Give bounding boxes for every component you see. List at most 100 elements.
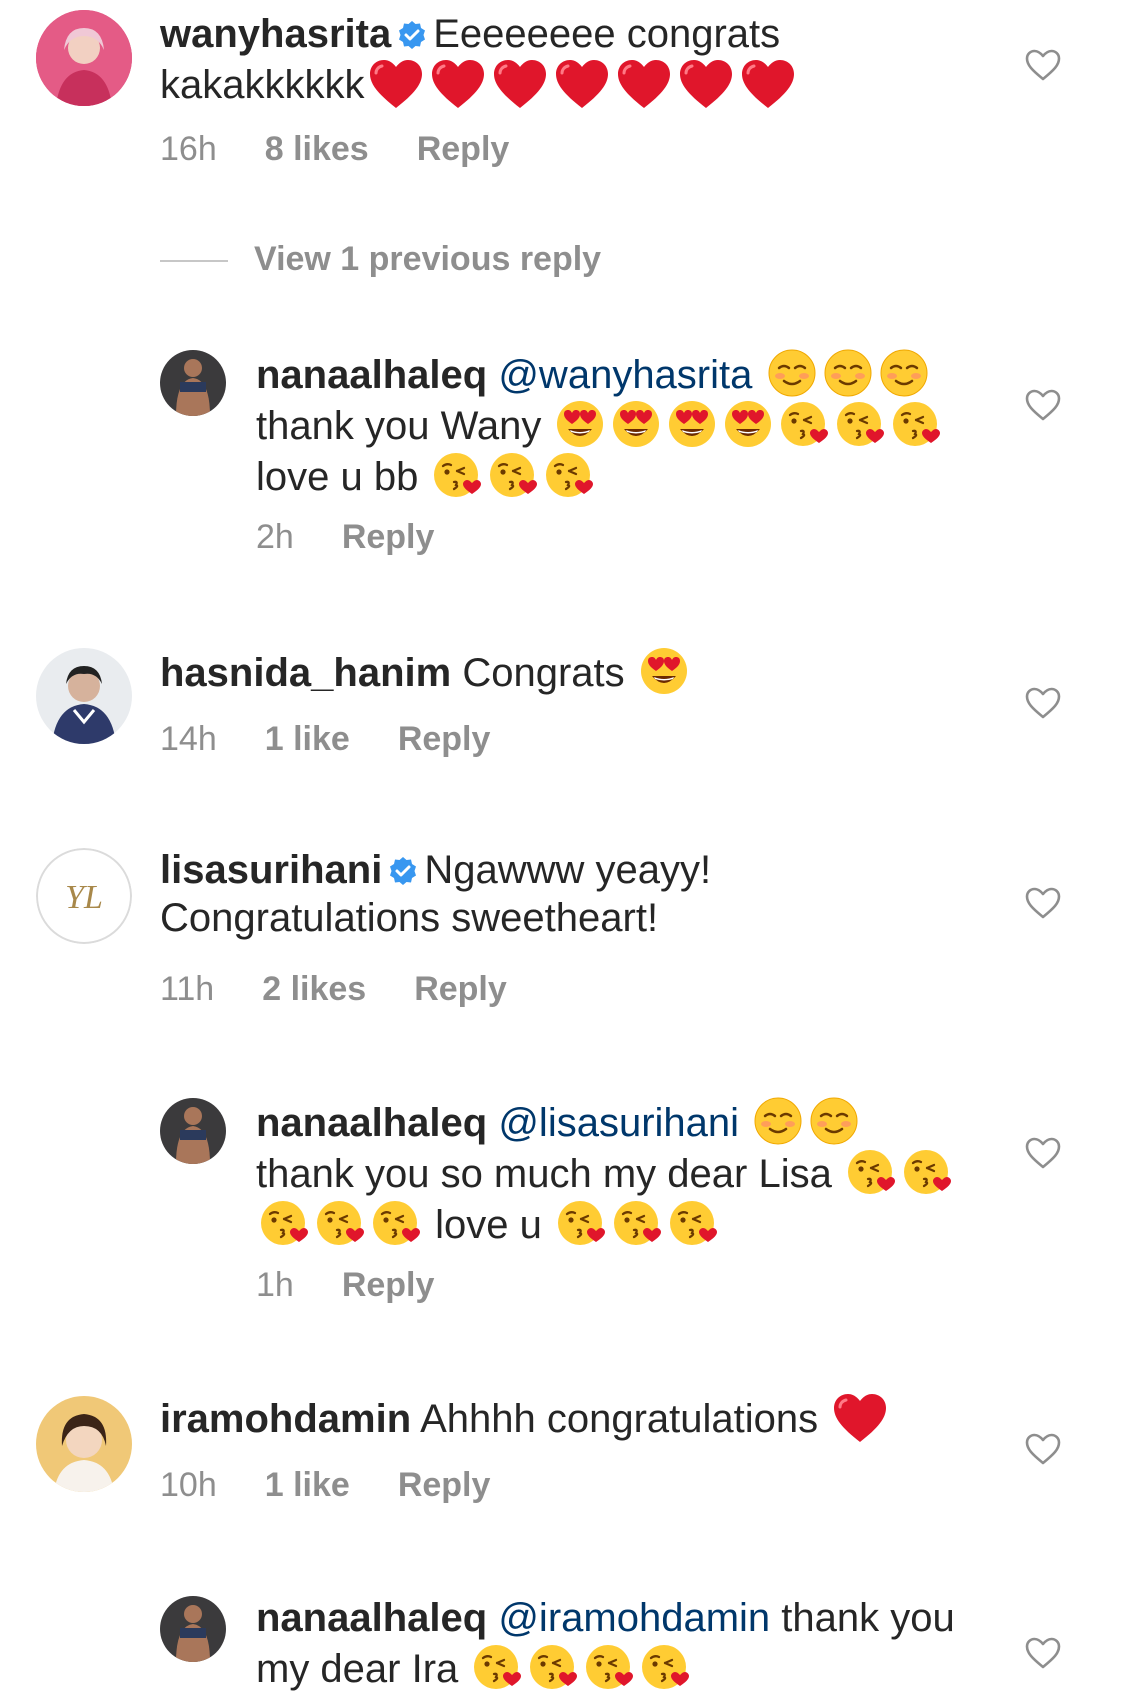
avatar[interactable] (160, 1596, 226, 1662)
kiss-emoji-icon (668, 1198, 718, 1248)
kiss-emoji-icon (779, 399, 829, 449)
mention-link[interactable]: @wanyhasrita (498, 353, 752, 397)
smiling-face-emoji-icon (753, 1096, 803, 1146)
username[interactable]: nanaalhaleq (256, 353, 487, 397)
verified-badge-icon (399, 21, 426, 49)
comment-meta: 16h 8 likes Reply (160, 130, 557, 169)
kiss-emoji-icon (891, 399, 941, 449)
kiss-emoji-icon (584, 1642, 634, 1692)
avatar[interactable] (36, 10, 132, 106)
divider (160, 260, 228, 263)
smiling-face-emoji-icon (809, 1096, 859, 1146)
comment-message: thank you so much my dear Lisa (256, 1152, 832, 1196)
heart-outline-icon[interactable] (1024, 1636, 1062, 1670)
avatar[interactable] (36, 648, 132, 744)
heart-outline-icon[interactable] (1024, 686, 1062, 720)
heart-eyes-emoji-icon (667, 399, 717, 449)
smiling-face-emoji-icon (767, 348, 817, 398)
reply-button[interactable]: Reply (398, 720, 491, 758)
username[interactable]: nanaalhaleq (256, 1101, 487, 1145)
comment-message-2: love u bb (256, 455, 419, 499)
comment-text: lisasurihani Ngawww yeayy! Congratulation… (160, 846, 955, 942)
comment-body: wanyhasrita Eeeeeeee congrats kakakkkkkk (160, 10, 955, 110)
username[interactable]: nanaalhaleq (256, 1596, 487, 1640)
kiss-emoji-icon (472, 1642, 522, 1692)
red-heart-emoji-icon (740, 58, 796, 110)
comment-meta: 10h 1 like Reply (160, 1466, 538, 1505)
username[interactable]: wanyhasrita (160, 12, 391, 56)
kiss-emoji-icon (259, 1198, 309, 1248)
kiss-emoji-icon (528, 1642, 578, 1692)
verified-badge-icon (390, 857, 417, 885)
avatar[interactable] (160, 1098, 226, 1164)
heart-outline-icon[interactable] (1024, 1136, 1062, 1170)
monogram: YL (65, 879, 103, 916)
avatar[interactable] (36, 1396, 132, 1492)
comment-body: hasnida_hanim Congrats (160, 646, 955, 697)
kiss-emoji-icon (612, 1198, 662, 1248)
mention-link[interactable]: @iramohdamin (498, 1596, 770, 1640)
heart-eyes-emoji-icon (611, 399, 661, 449)
username[interactable]: iramohdamin (160, 1397, 411, 1441)
kiss-emoji-icon (835, 399, 885, 449)
comment-time: 14h (160, 720, 217, 758)
heart-eyes-emoji-icon (639, 646, 689, 696)
comment-meta: 14h 1 like Reply (160, 720, 538, 759)
red-heart-emoji-icon (368, 58, 424, 110)
comment-meta: 11h 2 likes Reply (160, 970, 555, 1009)
comment-text: nanaalhaleq @lisasurihani thank you so m… (256, 1096, 955, 1249)
comment-time: 10h (160, 1466, 217, 1504)
comment-text: nanaalhaleq @iramohdamin thank you my de… (256, 1594, 955, 1693)
comment-text: iramohdamin Ahhhh congratulations (160, 1392, 955, 1444)
username[interactable]: lisasurihani (160, 848, 382, 892)
view-previous-replies-button[interactable]: View 1 previous reply (160, 240, 601, 284)
reply-button[interactable]: Reply (414, 970, 507, 1008)
smiling-face-emoji-icon (879, 348, 929, 398)
reply-button[interactable]: Reply (342, 518, 435, 556)
comment-body: lisasurihani Ngawww yeayy! Congratulation… (160, 846, 955, 942)
red-heart-emoji-icon (678, 58, 734, 110)
comment-meta: 2h Reply (256, 518, 482, 557)
reply-button[interactable]: Reply (417, 130, 510, 168)
username[interactable]: hasnida_hanim (160, 651, 451, 695)
likes-count[interactable]: 8 likes (265, 130, 369, 168)
heart-outline-icon[interactable] (1024, 388, 1062, 422)
heart-outline-icon[interactable] (1024, 48, 1062, 82)
kiss-emoji-icon (371, 1198, 421, 1248)
kiss-emoji-icon (432, 450, 482, 500)
red-heart-emoji-icon (832, 1392, 888, 1444)
comment-time: 11h (160, 970, 215, 1008)
kiss-emoji-icon (556, 1198, 606, 1248)
smiling-face-emoji-icon (823, 348, 873, 398)
avatar[interactable]: YL (36, 848, 132, 944)
kiss-emoji-icon (315, 1198, 365, 1248)
comment-meta: 1h Reply (256, 1266, 482, 1305)
comment-message-2: love u (435, 1203, 542, 1247)
heart-eyes-emoji-icon (555, 399, 605, 449)
comment-body: nanaalhaleq @iramohdamin thank you my de… (256, 1594, 955, 1693)
heart-outline-icon[interactable] (1024, 1432, 1062, 1466)
kiss-emoji-icon (640, 1642, 690, 1692)
likes-count[interactable]: 1 like (265, 1466, 350, 1504)
reply-button[interactable]: Reply (398, 1466, 491, 1504)
likes-count[interactable]: 2 likes (262, 970, 366, 1008)
red-heart-emoji-icon (430, 58, 486, 110)
kiss-emoji-icon (846, 1147, 896, 1197)
comment-time: 16h (160, 130, 217, 168)
comment-text: nanaalhaleq @wanyhasrita thank you Wany … (256, 348, 955, 501)
comment-text: hasnida_hanim Congrats (160, 646, 955, 697)
avatar[interactable] (160, 350, 226, 416)
red-heart-emoji-icon (616, 58, 672, 110)
reply-button[interactable]: Reply (342, 1266, 435, 1304)
comment-body: nanaalhaleq @lisasurihani thank you so m… (256, 1096, 955, 1249)
comment-message: thank you Wany (256, 404, 542, 448)
likes-count[interactable]: 1 like (265, 720, 350, 758)
heart-outline-icon[interactable] (1024, 886, 1062, 920)
comment-time: 2h (256, 518, 294, 556)
kiss-emoji-icon (488, 450, 538, 500)
comment-message: Congrats (462, 651, 625, 695)
view-previous-label[interactable]: View 1 previous reply (254, 240, 601, 278)
comment-body: iramohdamin Ahhhh congratulations (160, 1392, 955, 1444)
comment-message: Ahhhh congratulations (420, 1397, 819, 1441)
mention-link[interactable]: @lisasurihani (498, 1101, 739, 1145)
